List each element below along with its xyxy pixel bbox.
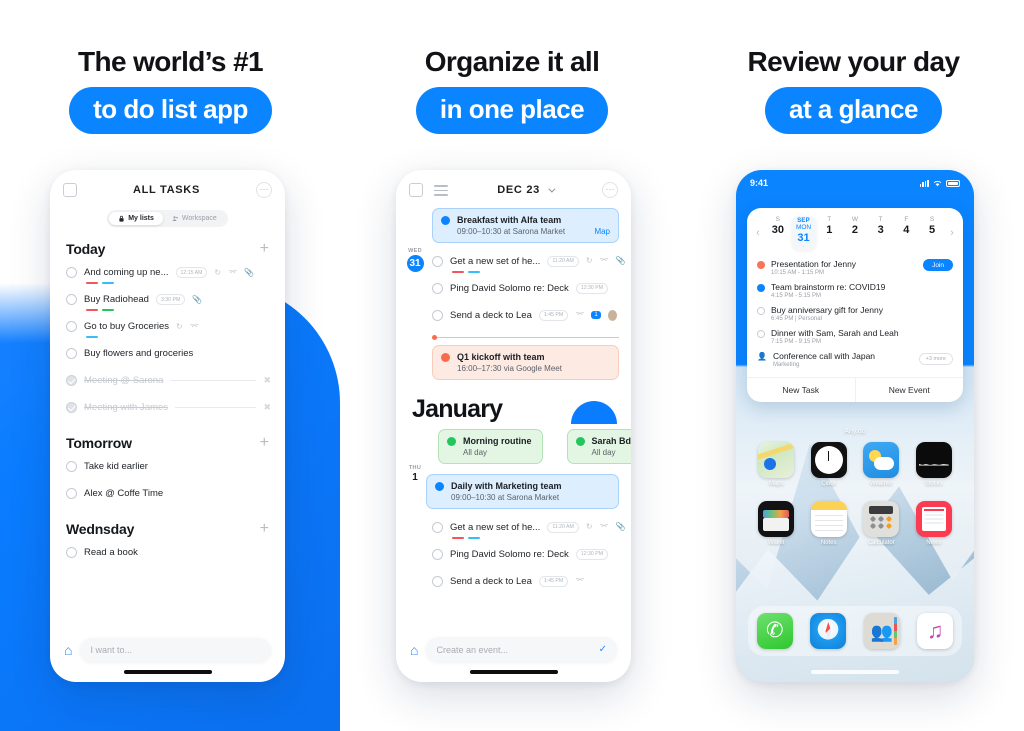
section-header-tomorrow: Tomorrow + [50, 421, 285, 453]
attachment-icon: 📎 [244, 267, 255, 277]
headline-3-pill: at a glance [765, 87, 942, 135]
headline-2-line1: Organize it all [424, 46, 600, 77]
task-title: And coming up ne... [84, 267, 169, 278]
task-row-completed[interactable]: Meeting @ Sarona ✖ [50, 367, 285, 394]
task-time-badge: 12:15 AM [175, 267, 208, 278]
task-tags [86, 281, 114, 284]
task-checkbox[interactable] [66, 294, 77, 305]
task-row[interactable]: Alex @ Coffe Time [50, 480, 285, 507]
task-row[interactable]: Take kid earlier [50, 453, 285, 480]
task-row[interactable]: Buy flowers and groceries [50, 340, 285, 367]
repeat-icon: ↻ [176, 321, 183, 331]
task-checkbox[interactable] [66, 321, 77, 332]
quick-add-input[interactable]: I want to... [80, 638, 271, 662]
task-checkbox[interactable] [66, 348, 77, 359]
people-icon [172, 216, 178, 222]
segment-workspace[interactable]: Workspace [163, 212, 226, 225]
task-tags [86, 335, 98, 338]
task-title: Take kid earlier [84, 461, 148, 472]
task-time-badge: 3:30 PM [155, 294, 186, 305]
task-checkbox-checked[interactable] [66, 375, 77, 386]
segment-my-lists-label: My lists [128, 215, 154, 222]
home-icon[interactable]: ⌂ [64, 643, 72, 657]
section-title: Today [66, 241, 106, 257]
task-row[interactable]: And coming up ne... 12:15 AM ↻ ⌤ 📎 [50, 259, 285, 286]
headline-3-line1: Review your day [747, 46, 961, 77]
subtask-icon: ⌤ [189, 321, 199, 331]
task-title: Buy Radiohead [84, 294, 149, 305]
screen1-header: ALL TASKS ⋯ [50, 170, 285, 202]
headline-1-line1: The world’s #1 [77, 46, 264, 77]
list-scope-toggle: My lists Workspace [50, 210, 285, 227]
task-title: Meeting @ Sarona [84, 375, 164, 386]
task-row[interactable]: Go to buy Groceries ↻ ⌤ [50, 313, 285, 340]
section-header-today: Today + [50, 227, 285, 259]
task-title: Go to buy Groceries [84, 321, 170, 332]
subtask-icon: ⌤ [228, 267, 238, 277]
quick-add-placeholder: I want to... [90, 645, 132, 655]
repeat-icon: ↻ [214, 267, 222, 277]
task-checkbox[interactable] [66, 267, 77, 278]
task-title: Meeting with James [84, 402, 168, 413]
strike-line [170, 380, 257, 381]
task-row[interactable]: Read a book [50, 539, 285, 566]
segment-workspace-label: Workspace [181, 215, 217, 222]
task-row[interactable]: Buy Radiohead 3:30 PM 📎 [50, 286, 285, 313]
headline-3: Review your day at a glance [683, 46, 1024, 135]
segment-my-lists[interactable]: My lists [109, 212, 163, 225]
task-title: Buy flowers and groceries [84, 348, 194, 359]
add-task-button[interactable]: + [260, 521, 269, 537]
more-icon[interactable]: ⋯ [256, 182, 272, 198]
task-row-completed[interactable]: Meeting with James ✖ [50, 394, 285, 421]
select-icon[interactable] [63, 183, 77, 197]
close-icon[interactable]: ✖ [263, 402, 271, 413]
home-indicator [123, 670, 212, 674]
strike-line [174, 407, 257, 408]
task-checkbox[interactable] [66, 461, 77, 472]
section-title: Wednsday [66, 521, 135, 537]
section-header-wednsday: Wednsday + [50, 507, 285, 539]
headline-2-pill: in one place [415, 87, 609, 135]
page-title: ALL TASKS [132, 184, 200, 196]
phone-screen-todo: ALL TASKS ⋯ My lists Workspace Today + A… [50, 170, 285, 682]
add-task-button[interactable]: + [260, 241, 269, 257]
headline-1-pill: to do list app [69, 87, 272, 135]
headline-1: The world’s #1 to do list app [0, 46, 341, 135]
panel-review: Review your day at a glance [683, 0, 1024, 731]
screen1-bottom-bar: ⌂ I want to... [50, 638, 285, 662]
task-checkbox[interactable] [66, 488, 77, 499]
lock-icon [119, 215, 124, 222]
panel-calendar: Organize it all in one place [341, 0, 683, 731]
task-title: Read a book [84, 547, 138, 558]
section-title: Tomorrow [66, 435, 132, 451]
close-icon[interactable]: ✖ [263, 375, 271, 386]
task-tags [86, 308, 114, 311]
attachment-icon: 📎 [192, 294, 203, 304]
task-checkbox[interactable] [66, 547, 77, 558]
task-title: Alex @ Coffe Time [84, 488, 164, 499]
panel-todo-list: The world’s #1 to do list app ALL TASKS … [0, 0, 341, 731]
add-task-button[interactable]: + [260, 435, 269, 451]
headline-2: Organize it all in one place [341, 46, 683, 135]
task-checkbox-checked[interactable] [66, 402, 77, 413]
